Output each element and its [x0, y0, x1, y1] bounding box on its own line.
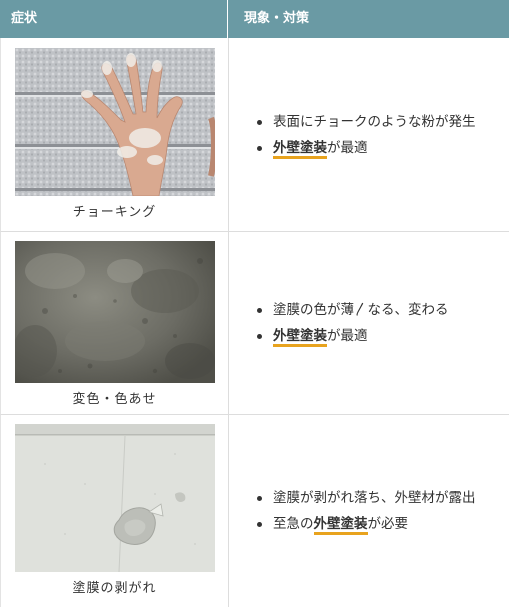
exterior-painting-highlight: 外壁塗装: [273, 328, 327, 347]
remedy-cell: 塗膜の色が薄〳なる、変わる 外壁塗装が最適: [229, 232, 509, 414]
remedy-list: 表面にチョークのような粉が発生 外壁塗装が最適: [255, 109, 476, 161]
symptom-table: 症状 現象・対策 チョーキング 表面にチョークのような粉が発生 外壁塗装が最適 …: [0, 0, 509, 608]
list-item: 至急の外壁塗装が必要: [255, 511, 476, 537]
symptom-cell: 塗膜の剥がれ: [1, 415, 229, 607]
peeling-photo: [14, 424, 215, 572]
symptom-caption: 変色・色あせ: [72, 392, 157, 407]
remedy-cell: 表面にチョークのような粉が発生 外壁塗装が最適: [229, 38, 509, 231]
symptom-caption: 塗膜の剥がれ: [72, 581, 157, 596]
list-item: 塗膜が剥がれ落ち、外壁材が露出: [255, 485, 476, 511]
peeling-wall-image: [14, 424, 215, 572]
list-item: 外壁塗装が最適: [255, 135, 476, 161]
chalking-photo: [14, 48, 215, 196]
symptom-cell: チョーキング: [1, 38, 229, 231]
discoloration-photo: [14, 241, 215, 383]
header-symptom: 症状: [0, 0, 228, 38]
remedy-list: 塗膜の色が薄〳なる、変わる 外壁塗装が最適: [255, 297, 449, 349]
exterior-painting-highlight: 外壁塗装: [313, 516, 368, 535]
remedy-list: 塗膜が剥がれ落ち、外壁材が露出 至急の外壁塗装が必要: [255, 485, 476, 537]
symptom-cell: 変色・色あせ: [1, 232, 229, 414]
table-header: 症状 現象・対策: [0, 0, 509, 38]
list-item: 外壁塗装が最適: [255, 323, 449, 349]
table-row: チョーキング 表面にチョークのような粉が発生 外壁塗装が最適: [0, 38, 509, 232]
table-row: 塗膜の剥がれ 塗膜が剥がれ落ち、外壁材が露出 至急の外壁塗装が必要: [0, 415, 509, 607]
symptom-caption: チョーキング: [72, 205, 157, 220]
exterior-painting-highlight: 外壁塗装: [273, 140, 327, 159]
header-remedy: 現象・対策: [244, 11, 310, 26]
chalking-hand-image: [14, 48, 215, 196]
remedy-cell: 塗膜が剥がれ落ち、外壁材が露出 至急の外壁塗装が必要: [229, 415, 509, 607]
list-item: 塗膜の色が薄〳なる、変わる: [255, 297, 449, 323]
table-row: 変色・色あせ 塗膜の色が薄〳なる、変わる 外壁塗装が最適: [0, 232, 509, 415]
discolored-wall-image: [14, 241, 215, 383]
list-item: 表面にチョークのような粉が発生: [255, 109, 476, 135]
